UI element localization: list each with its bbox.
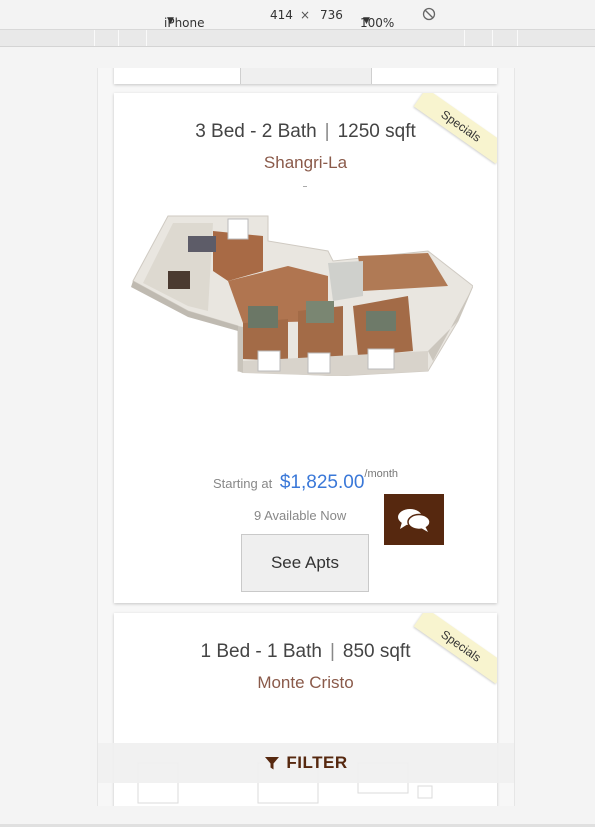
square-feet: 1250 sqft — [337, 121, 416, 142]
ruler-tick — [492, 30, 493, 46]
dimension-separator: × — [300, 8, 311, 22]
price: $1,825.00 — [279, 472, 365, 493]
chat-button[interactable] — [384, 494, 444, 545]
ruler-tick — [464, 30, 465, 46]
divider — [303, 186, 307, 187]
community-name[interactable]: Shangri-La — [114, 153, 497, 173]
price-line: Starting at $1,825.00/month — [114, 468, 497, 494]
listing-card: Specials 3 Bed - 2 Bath | 1250 sqft Shangr… — [114, 93, 497, 603]
ruler-tick — [118, 30, 119, 46]
availability: 9 Available Now — [254, 508, 347, 523]
see-apts-button[interactable]: See Apts — [241, 534, 369, 592]
bed-bath: 3 Bed - 2 Bath — [195, 121, 317, 142]
ruler-tick — [94, 30, 95, 46]
see-apts-button-partial[interactable] — [240, 68, 372, 84]
title-divider: | — [324, 121, 330, 142]
height-field[interactable]: 736 — [320, 8, 343, 22]
media-query-ruler[interactable] — [0, 30, 595, 47]
floorplan-image[interactable] — [128, 201, 473, 376]
community-name[interactable]: Monte Cristo — [114, 673, 497, 693]
per-month: /month — [364, 468, 399, 480]
rotate-icon[interactable] — [422, 7, 436, 24]
filter-button[interactable]: FILTER — [98, 743, 514, 783]
caret-down-icon: ▼ — [167, 16, 174, 26]
title-divider: | — [329, 641, 335, 662]
listing-card-previous — [114, 68, 497, 84]
device-toolbar: iPhone 6 Pl...▼ 414 × 736 100%▼ — [0, 0, 595, 44]
unit-title: 3 Bed - 2 Bath | 1250 sqft — [114, 121, 497, 143]
square-feet: 850 sqft — [342, 641, 411, 662]
ruler-tick — [517, 30, 518, 46]
filter-label: FILTER — [286, 753, 348, 772]
ruler-tick — [146, 30, 147, 46]
starting-at-label: Starting at — [212, 476, 273, 491]
chat-bubbles-icon — [398, 508, 431, 532]
bed-bath: 1 Bed - 1 Bath — [200, 641, 322, 662]
caret-down-icon: ▼ — [363, 16, 370, 26]
width-field[interactable]: 414 — [270, 8, 293, 22]
unit-title: 1 Bed - 1 Bath | 850 sqft — [114, 641, 497, 663]
page-viewport: Specials 3 Bed - 2 Bath | 1250 sqft Shangr… — [97, 68, 515, 806]
filter-icon — [265, 757, 280, 770]
